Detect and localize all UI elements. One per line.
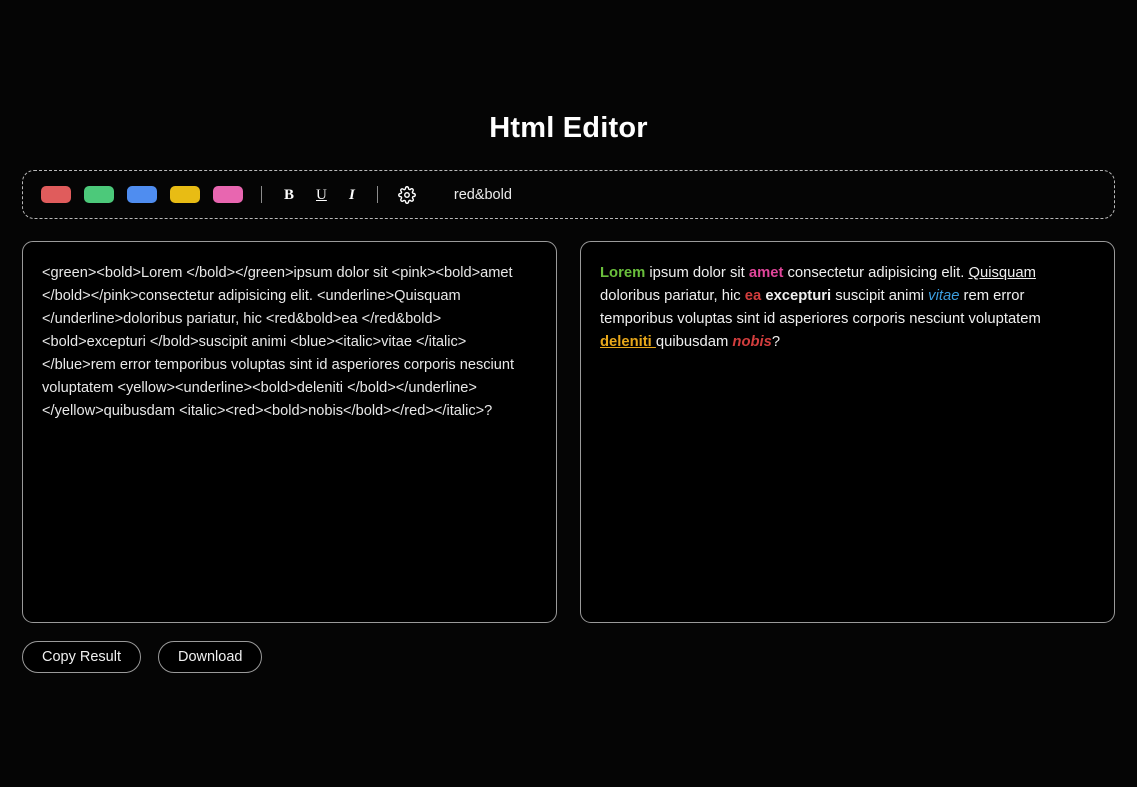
preview-segment: ipsum dolor sit bbox=[649, 265, 749, 281]
source-panel[interactable]: <green><bold>Lorem </bold></green>ipsum … bbox=[22, 241, 557, 623]
color-swatch-pink[interactable] bbox=[213, 186, 243, 203]
preview-segment: suscipit animi bbox=[835, 288, 929, 304]
page-title: Html Editor bbox=[489, 112, 648, 144]
format-button-group: B U I bbox=[280, 184, 359, 206]
color-swatch-group bbox=[41, 186, 243, 203]
preview-segment: quibusdam bbox=[655, 334, 733, 350]
bold-button[interactable]: B bbox=[280, 184, 298, 206]
preview-segment: ? bbox=[771, 334, 781, 350]
preview-segment: nobis bbox=[732, 334, 772, 350]
preview-segment: excepturi bbox=[765, 288, 836, 304]
copy-result-button[interactable]: Copy Result bbox=[22, 641, 141, 673]
settings-button[interactable] bbox=[396, 184, 418, 206]
preview-segment: ea bbox=[744, 288, 766, 304]
preview-segment: doloribus pariatur, hic bbox=[600, 288, 745, 304]
download-button[interactable]: Download bbox=[157, 641, 263, 673]
editor-toolbar: B U I red&bold bbox=[22, 170, 1115, 219]
gear-icon bbox=[397, 185, 416, 204]
preset-red-and-bold-button[interactable]: red&bold bbox=[454, 187, 512, 203]
preview-segment: vitae bbox=[928, 288, 964, 304]
html-editor-app: Html Editor B U I red&bold <green><bold>… bbox=[0, 0, 1137, 787]
color-swatch-green[interactable] bbox=[84, 186, 114, 203]
preview-segment: consectetur adipisicing elit. bbox=[787, 265, 969, 281]
toolbar-divider-2 bbox=[376, 186, 378, 203]
color-swatch-yellow[interactable] bbox=[170, 186, 200, 203]
preview-segment: Quisquam bbox=[968, 265, 1036, 281]
preview-panel: Lorem ipsum dolor sit amet consectetur a… bbox=[580, 241, 1115, 623]
editor-panels: <green><bold>Lorem </bold></green>ipsum … bbox=[22, 241, 1115, 623]
preview-output: Lorem ipsum dolor sit amet consectetur a… bbox=[600, 262, 1095, 354]
action-button-row: Copy Result Download bbox=[22, 641, 1115, 673]
toolbar-divider-1 bbox=[261, 186, 262, 203]
italic-button[interactable]: I bbox=[345, 184, 359, 206]
preview-segment: Lorem bbox=[600, 265, 650, 281]
preview-segment: amet bbox=[748, 265, 788, 281]
source-textarea[interactable]: <green><bold>Lorem </bold></green>ipsum … bbox=[42, 262, 537, 423]
preview-segment: deleniti bbox=[600, 334, 656, 350]
color-swatch-blue[interactable] bbox=[127, 186, 157, 203]
color-swatch-red[interactable] bbox=[41, 186, 71, 203]
underline-button[interactable]: U bbox=[312, 184, 331, 206]
